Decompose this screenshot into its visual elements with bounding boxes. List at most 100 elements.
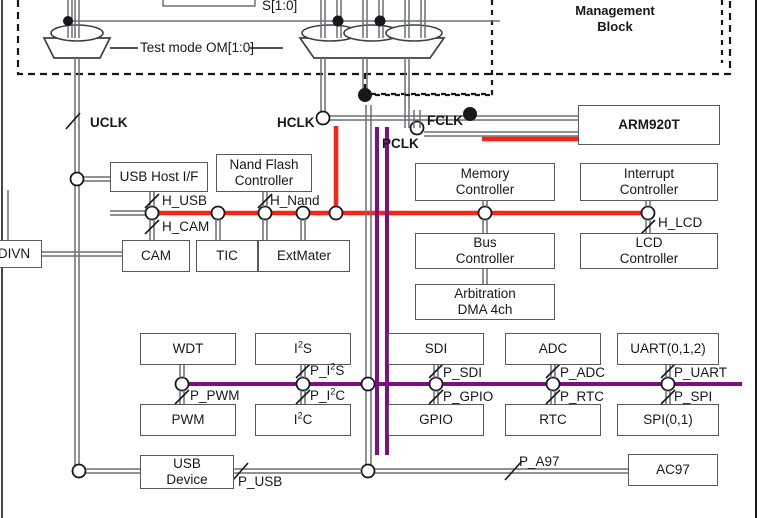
wdt-block[interactable]: WDT xyxy=(140,333,236,365)
gpio-block[interactable]: GPIO xyxy=(388,404,484,436)
lcd-controller-line1: LCD xyxy=(635,235,663,251)
ac97-label: AC97 xyxy=(656,462,690,478)
lcd-controller-line2: Controller xyxy=(619,251,679,266)
i2s-label: I2S xyxy=(294,339,312,357)
tic-label: TIC xyxy=(216,248,238,264)
ahb-node xyxy=(144,205,160,221)
rtc-block[interactable]: RTC xyxy=(505,404,601,436)
apb-node xyxy=(660,376,676,392)
arbitration-line1: Arbitration xyxy=(454,286,516,302)
apb-node xyxy=(360,376,376,392)
memory-controller-block[interactable]: Memory Controller xyxy=(415,163,555,201)
interrupt-controller-block[interactable]: Interrupt Controller xyxy=(580,163,718,201)
adc-label: ADC xyxy=(538,341,568,357)
cam-block[interactable]: CAM xyxy=(122,240,190,272)
extmater-block[interactable]: ExtMater xyxy=(258,240,350,272)
p-uart-label: P_UART xyxy=(674,365,728,380)
p-i2c-label: P_I2C xyxy=(310,386,346,403)
apb-node xyxy=(428,376,444,392)
gpio-label: GPIO xyxy=(419,412,453,428)
i2c-label: I2C xyxy=(293,410,313,428)
junction-dot xyxy=(374,15,386,27)
uart-label: UART(0,1,2) xyxy=(630,341,706,357)
wdt-label: WDT xyxy=(172,341,204,357)
mux-source-box xyxy=(162,0,256,7)
power-management-block: Management Block xyxy=(540,0,690,42)
nand-flash-line2: Controller xyxy=(234,173,294,188)
uclk-label: UCLK xyxy=(90,115,128,130)
bottom-rail-node-mid xyxy=(360,463,376,479)
uart-block[interactable]: UART(0,1,2) xyxy=(617,333,719,365)
p-rtc-label: P_RTC xyxy=(560,389,605,404)
memory-controller-line1: Memory xyxy=(460,166,510,182)
p-spi-label: P_SPI xyxy=(674,389,713,404)
rtc-label: RTC xyxy=(539,412,567,428)
pwm-block[interactable]: PWM xyxy=(140,404,236,436)
divn-block[interactable]: DIVN xyxy=(0,240,42,268)
h-lcd-label: H_LCD xyxy=(658,215,703,230)
spi-label: SPI(0,1) xyxy=(643,412,693,428)
cam-label: CAM xyxy=(141,248,171,264)
p-pwm-label: P_PWM xyxy=(190,388,240,403)
ahb-node xyxy=(477,205,493,221)
fclk-junction-dot xyxy=(463,107,477,121)
divn-label: DIVN xyxy=(0,246,31,262)
ahb-node xyxy=(210,205,226,221)
ahb-node xyxy=(640,205,656,221)
p-i2s-label: P_I2S xyxy=(310,361,345,378)
usb-host-block[interactable]: USB Host I/F xyxy=(110,162,208,192)
extmater-label: ExtMater xyxy=(276,248,331,264)
power-management-line1: Management xyxy=(575,2,655,18)
usb-device-block[interactable]: USB Device xyxy=(140,455,234,489)
arm920t-label: ARM920T xyxy=(618,117,680,133)
junction-dot xyxy=(63,16,73,26)
tic-block[interactable]: TIC xyxy=(196,240,258,272)
arm920t-block[interactable]: ARM920T xyxy=(578,105,720,145)
uclk-crossing-ellipse xyxy=(50,24,104,42)
usb-device-line1: USB xyxy=(173,456,201,472)
nand-flash-block[interactable]: Nand Flash Controller xyxy=(216,154,312,192)
arbitration-dma-block[interactable]: Arbitration DMA 4ch xyxy=(415,284,555,320)
i2s-block[interactable]: I2S xyxy=(255,333,351,365)
spi-block[interactable]: SPI(0,1) xyxy=(617,404,719,436)
usb-device-line2: Device xyxy=(166,472,208,487)
adc-block[interactable]: ADC xyxy=(505,333,601,365)
s-select-label: S[1:0] xyxy=(262,0,298,13)
p-gpio-label: P_GPIO xyxy=(443,389,494,404)
bottom-rail-node-left xyxy=(71,463,87,479)
test-mode-label: Test mode OM[1:0] xyxy=(140,40,255,55)
ahb-node xyxy=(328,205,344,221)
sdi-label: SDI xyxy=(424,341,448,357)
fclk-label: FCLK xyxy=(427,113,463,128)
bus-controller-line2: Controller xyxy=(455,251,515,266)
h-nand-label: H_Nand xyxy=(270,193,320,208)
ahb-node xyxy=(257,205,273,221)
bus-controller-line1: Bus xyxy=(473,235,497,251)
mux-crossing-ellipse-3 xyxy=(385,24,443,42)
junction-dot xyxy=(332,15,344,27)
uclk-slash xyxy=(65,112,81,130)
p-a97-label: P_A97 xyxy=(519,454,560,469)
h-cam-label: H_CAM xyxy=(162,219,210,234)
pclk-label: PCLK xyxy=(382,136,419,151)
h-usb-label: H_USB xyxy=(162,193,208,208)
apb-node xyxy=(295,376,311,392)
apb-node xyxy=(545,376,561,392)
sdi-block[interactable]: SDI xyxy=(388,333,484,365)
arbitration-line2: DMA 4ch xyxy=(457,302,513,317)
hclk-label: HCLK xyxy=(277,115,315,130)
fclk-node xyxy=(409,120,425,136)
pwm-label: PWM xyxy=(171,412,205,428)
bus-controller-block[interactable]: Bus Controller xyxy=(415,233,555,269)
i2c-block[interactable]: I2C xyxy=(255,404,351,436)
diagram-canvas: Management Block ARM920T DIVN USB Host I/… xyxy=(0,0,764,518)
usb-host-label: USB Host I/F xyxy=(119,169,199,185)
p-adc-label: P_ADC xyxy=(560,365,606,380)
uclk-tap-node xyxy=(69,171,85,187)
nand-flash-line1: Nand Flash xyxy=(229,157,299,173)
p-sdi-label: P_SDI xyxy=(443,365,483,380)
interrupt-controller-line1: Interrupt xyxy=(623,166,675,182)
interrupt-controller-line2: Controller xyxy=(619,182,679,197)
ac97-block[interactable]: AC97 xyxy=(628,454,718,486)
lcd-controller-block[interactable]: LCD Controller xyxy=(580,233,718,269)
